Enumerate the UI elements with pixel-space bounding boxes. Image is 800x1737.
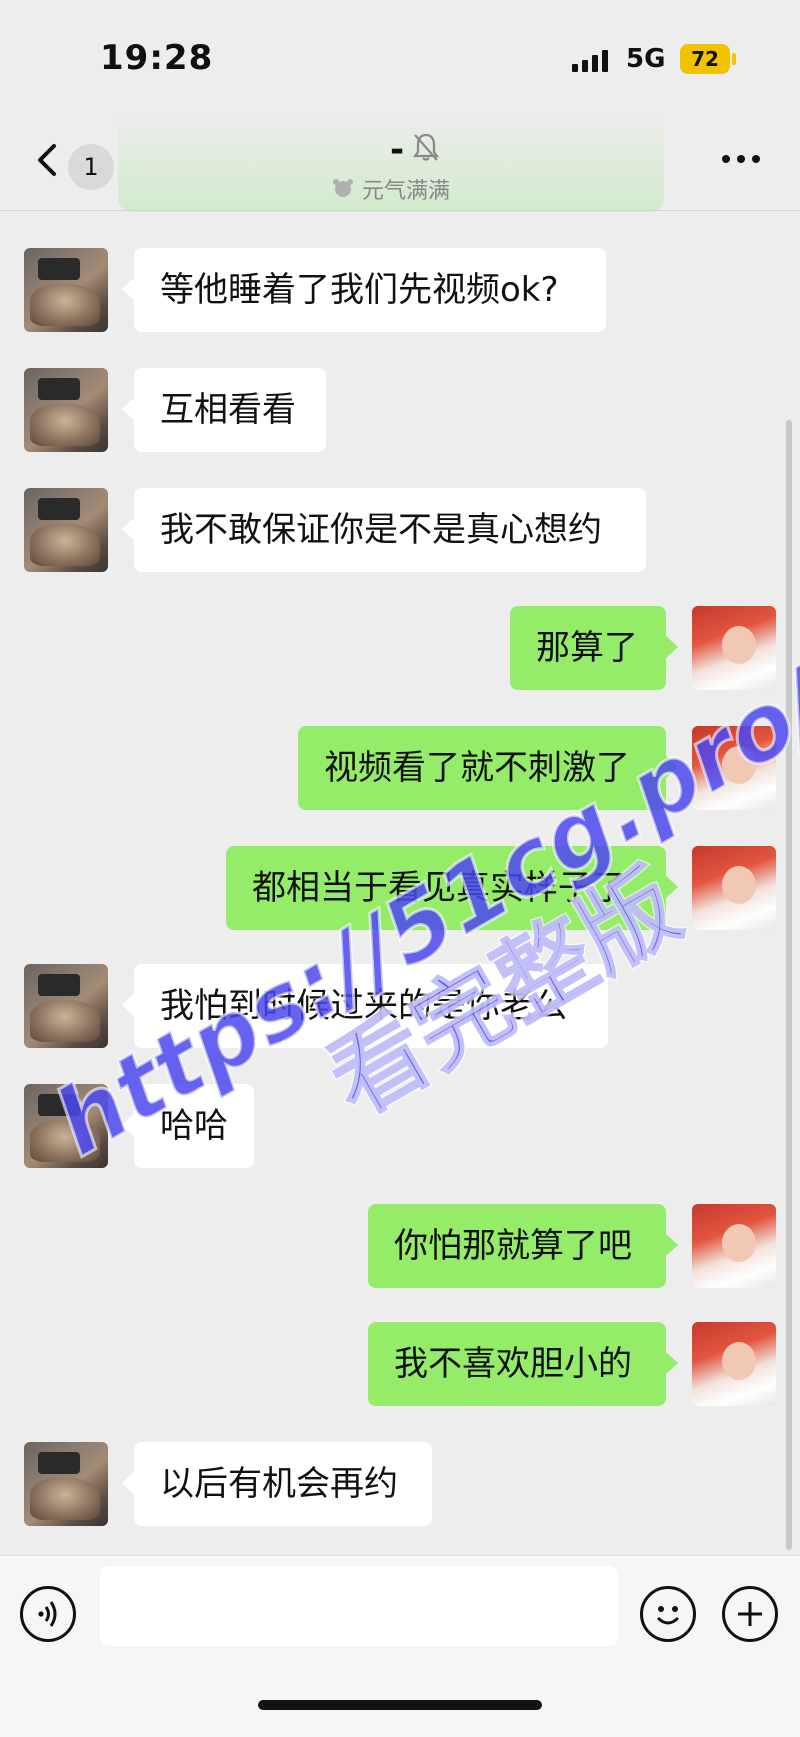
message-bubble-outgoing[interactable]: 你怕那就算了吧 [368, 1204, 678, 1288]
unread-count-badge[interactable]: 1 [68, 144, 114, 190]
chat-header: 1 - 元气满满 [0, 110, 800, 212]
home-indicator[interactable] [258, 1700, 542, 1710]
signal-icon [572, 48, 612, 72]
message-bubble-incoming[interactable]: 互相看看 [122, 368, 326, 452]
contact-avatar[interactable] [24, 1084, 108, 1168]
message-bubble-incoming[interactable]: 我怕到时候过来的是你老公 [122, 964, 608, 1048]
status-time: 19:28 [100, 38, 214, 78]
bell-off-icon [412, 133, 440, 161]
message-bubble-incoming[interactable]: 哈哈 [122, 1084, 254, 1168]
my-avatar[interactable] [692, 846, 776, 930]
message-bubble-outgoing[interactable]: 都相当于看见真实样子了 [226, 846, 678, 930]
chevron-left-icon[interactable] [28, 140, 68, 180]
my-avatar[interactable] [692, 1204, 776, 1288]
my-avatar[interactable] [692, 726, 776, 810]
battery-icon: 72 [680, 44, 730, 74]
status-bar: 19:28 5G 72 [0, 0, 800, 110]
network-type: 5G [626, 44, 666, 74]
emoji-icon[interactable] [640, 1586, 696, 1642]
message-bubble-outgoing[interactable]: 我不喜欢胆小的 [368, 1322, 678, 1406]
more-horizontal-icon[interactable] [722, 155, 762, 165]
message-bubble-outgoing[interactable]: 那算了 [510, 606, 678, 690]
chat-title: - [390, 130, 405, 170]
scrollbar[interactable] [786, 420, 792, 1550]
message-bubble-incoming[interactable]: 我不敢保证你是不是真心想约 [122, 488, 646, 572]
voice-icon[interactable] [20, 1586, 76, 1642]
my-avatar[interactable] [692, 606, 776, 690]
contact-avatar[interactable] [24, 248, 108, 332]
message-bubble-outgoing[interactable]: 视频看了就不刺激了 [298, 726, 678, 810]
plus-icon[interactable] [722, 1586, 778, 1642]
contact-avatar[interactable] [24, 368, 108, 452]
chat-status: 元气满满 [330, 172, 450, 206]
contact-avatar[interactable] [24, 488, 108, 572]
my-avatar[interactable] [692, 1322, 776, 1406]
message-bubble-incoming[interactable]: 等他睡着了我们先视频ok? [122, 248, 606, 332]
chat-subtitle: 元气满满 [362, 179, 451, 204]
status-emoji-icon [333, 179, 353, 197]
contact-avatar[interactable] [24, 964, 108, 1048]
contact-avatar[interactable] [24, 1442, 108, 1526]
message-input[interactable] [100, 1566, 618, 1646]
message-bubble-incoming[interactable]: 以后有机会再约 [122, 1442, 432, 1526]
battery-tip [732, 53, 736, 65]
